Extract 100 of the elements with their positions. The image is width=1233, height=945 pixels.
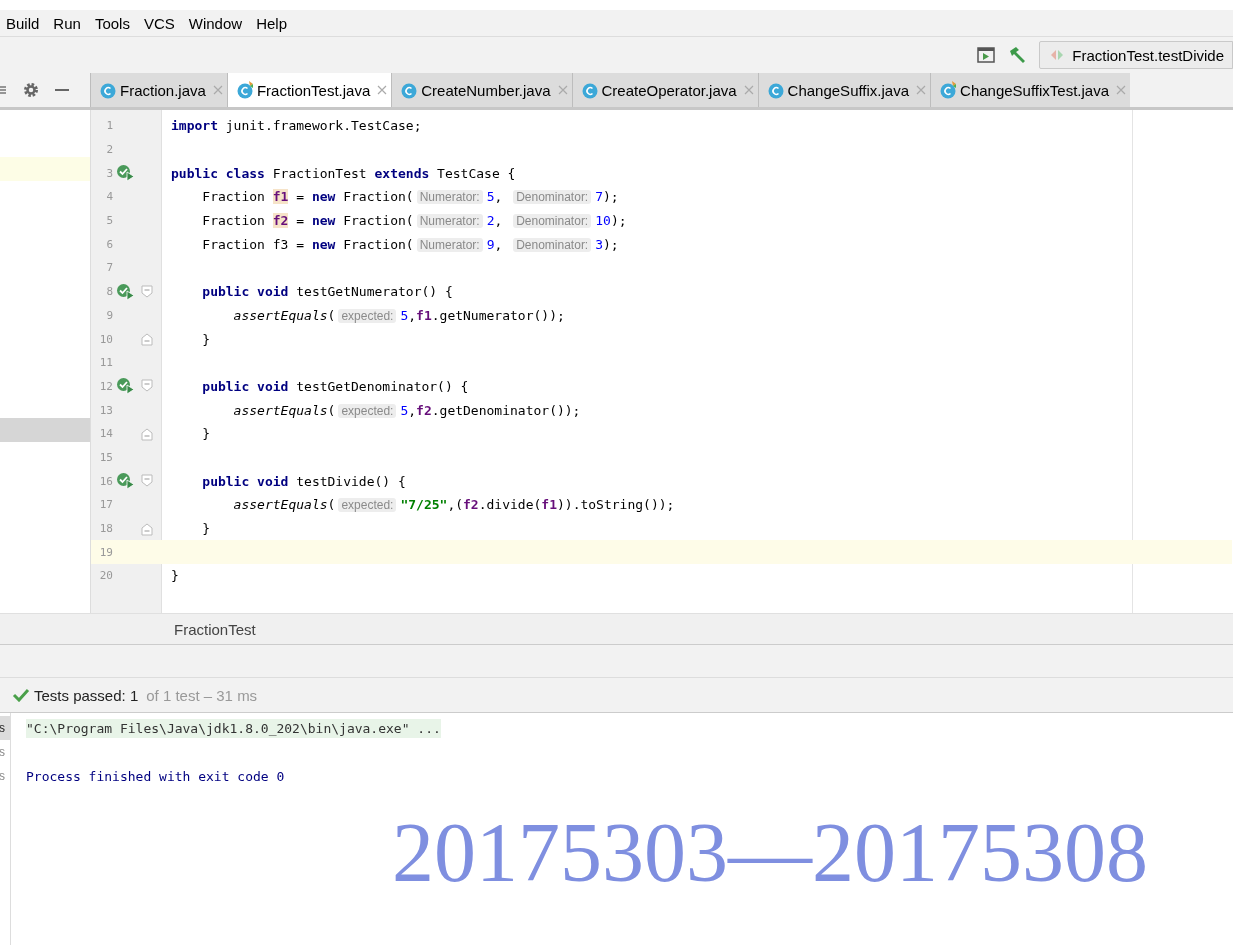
- line-number: 6: [105, 237, 113, 251]
- fold-end-icon[interactable]: [141, 332, 153, 347]
- close-icon[interactable]: [916, 85, 927, 95]
- code-text: ,: [494, 213, 504, 229]
- menu-item[interactable]: Tools: [94, 14, 130, 32]
- line-number: 10: [98, 332, 113, 346]
- fold-end-icon[interactable]: [141, 521, 153, 536]
- code-keyword: extends: [374, 165, 430, 181]
- test-class-icon: [939, 81, 958, 99]
- code-number: 2: [486, 213, 495, 229]
- fold-end-icon[interactable]: [141, 426, 153, 441]
- code-text: }: [201, 426, 211, 442]
- code-text: ,: [408, 402, 417, 418]
- line-number: 16: [98, 474, 113, 488]
- breadcrumb-item[interactable]: FractionTest: [174, 620, 256, 638]
- code-keyword: public class: [171, 165, 265, 181]
- code-keyword: public void: [201, 378, 289, 394]
- code-text: ,: [494, 236, 504, 252]
- test-class-icon: [235, 81, 254, 99]
- collapse-icon[interactable]: [0, 83, 8, 97]
- code-number: 3: [595, 236, 604, 252]
- line-number: 1: [105, 119, 113, 133]
- fold-icon[interactable]: [141, 284, 153, 299]
- code-text: testGetDenominator() {: [295, 378, 469, 394]
- close-icon[interactable]: [1116, 85, 1127, 95]
- parameter-hint: Denominator:: [513, 190, 592, 205]
- line-number: 8: [105, 285, 113, 299]
- editor-tab[interactable]: CreateNumber.java: [391, 73, 572, 107]
- code-identifier: f1: [541, 497, 557, 513]
- code-identifier: f2: [272, 213, 289, 229]
- fold-icon[interactable]: [141, 474, 153, 489]
- code-text: Fraction(: [342, 236, 414, 252]
- highlighted-tree-row[interactable]: [0, 157, 90, 182]
- code-text: =: [295, 213, 306, 229]
- side-tab-fragment[interactable]: s: [0, 716, 10, 740]
- test-duration-label: of 1 test – 31 ms: [146, 686, 258, 704]
- check-icon: [12, 688, 30, 702]
- code-text: TestCase {: [436, 165, 516, 181]
- close-icon[interactable]: [377, 85, 388, 95]
- run-test-icon[interactable]: [116, 472, 136, 491]
- run-configuration-selector[interactable]: FractionTest.testDivide: [1039, 41, 1233, 69]
- settings-icon[interactable]: [22, 81, 40, 99]
- parameter-hint: expected:: [338, 308, 397, 323]
- editor-tab[interactable]: ChangeSuffix.java: [757, 73, 931, 107]
- code-number: 5: [400, 307, 409, 323]
- code-keyword: public void: [201, 284, 289, 300]
- close-icon[interactable]: [743, 85, 754, 95]
- code-text: }: [201, 331, 211, 347]
- code-method: assertEquals: [232, 497, 328, 513]
- code-number: 5: [486, 189, 495, 205]
- console-command: "C:\Program Files\Java\jdk1.8.0_202\bin\java.exe" ...: [26, 718, 441, 738]
- selected-tree-row[interactable]: [0, 417, 90, 442]
- code-text: ,: [494, 189, 504, 205]
- code-text: .getNumerator());: [431, 307, 565, 323]
- code-text: );: [603, 236, 619, 252]
- menu-item[interactable]: Help: [256, 14, 287, 32]
- class-icon: [580, 81, 599, 99]
- code-keyword: new: [311, 236, 336, 252]
- run-test-icon[interactable]: [116, 282, 136, 301]
- code-text: =: [295, 189, 306, 205]
- overlay-text: 20175303—20175308: [392, 811, 1148, 895]
- code-text: Fraction: [201, 189, 266, 205]
- run-window-icon[interactable]: [977, 47, 996, 63]
- line-number: 12: [98, 379, 113, 393]
- code-text: );: [603, 189, 619, 205]
- test-config-icon: [1050, 48, 1065, 62]
- line-number: 14: [98, 427, 113, 441]
- tests-passed-label: Tests passed: 1: [34, 686, 139, 704]
- class-icon: [99, 81, 117, 99]
- fold-icon[interactable]: [141, 379, 153, 394]
- menu-item[interactable]: Window: [188, 14, 243, 32]
- line-number: 9: [105, 308, 113, 322]
- code-editor[interactable]: [90, 110, 1233, 613]
- code-text: }: [201, 521, 211, 537]
- editor-tab[interactable]: Fraction.java: [90, 73, 227, 107]
- close-icon[interactable]: [557, 85, 568, 95]
- code-text: .divide(: [478, 497, 542, 513]
- line-number: 4: [105, 190, 113, 204]
- editor-tab[interactable]: ChangeSuffixTest.java: [930, 73, 1131, 107]
- menu-item[interactable]: VCS: [143, 14, 175, 32]
- class-icon: [400, 81, 419, 99]
- line-number: 2: [105, 143, 113, 157]
- code-identifier: f2: [463, 497, 479, 513]
- hammer-icon[interactable]: [1007, 46, 1028, 64]
- side-tab-fragment[interactable]: s: [0, 740, 10, 764]
- code-text: Fraction(: [342, 213, 414, 229]
- editor-tab[interactable]: FractionTest.java: [226, 73, 392, 107]
- editor-tab[interactable]: CreateOperator.java: [571, 73, 758, 107]
- code-text: );: [610, 213, 627, 229]
- menu-item[interactable]: Build: [6, 14, 40, 32]
- side-tab-fragment[interactable]: s: [0, 764, 10, 788]
- close-icon[interactable]: [212, 85, 223, 95]
- parameter-hint: Numerator:: [416, 190, 483, 205]
- code-number: 9: [486, 236, 495, 252]
- menu-item[interactable]: Run: [53, 14, 81, 32]
- run-test-icon[interactable]: [116, 164, 136, 183]
- line-number: 7: [105, 261, 113, 275]
- code-text: (: [327, 402, 336, 418]
- run-test-icon[interactable]: [116, 377, 136, 396]
- line-number: 15: [98, 450, 113, 464]
